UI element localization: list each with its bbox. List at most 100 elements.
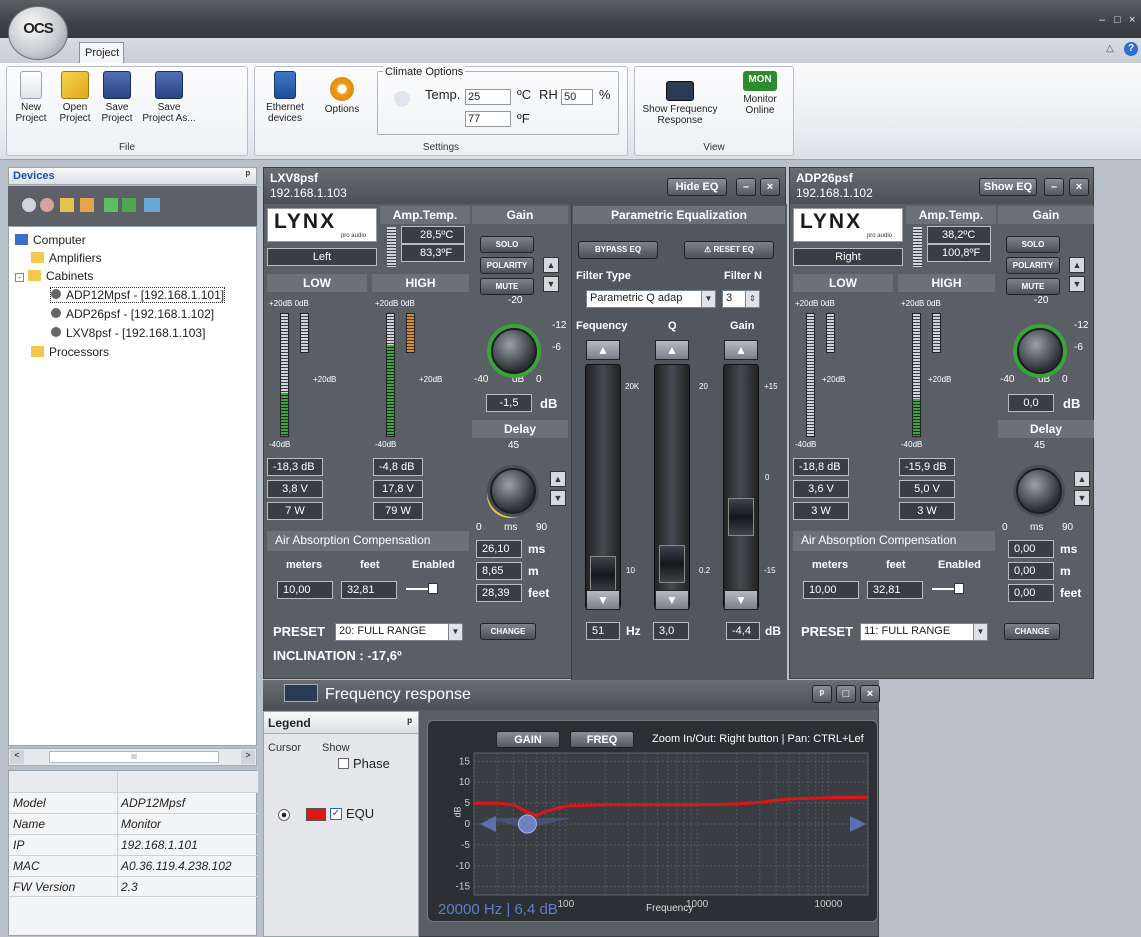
tree-cabinet-adp26psf[interactable]: ADP26psf - [192.168.1.102] [51, 307, 214, 321]
tree-cabinets[interactable]: - Cabinets [15, 269, 93, 283]
help-icon[interactable]: ? [1124, 42, 1138, 56]
gain-value-display[interactable]: -1,5 [486, 394, 532, 412]
gain-down-icon[interactable]: ▼ [1069, 276, 1085, 292]
save-project-button[interactable]: Save Project [97, 71, 137, 124]
eq-gain-fader-thumb[interactable] [728, 498, 754, 537]
collapse-icon[interactable]: - [15, 273, 24, 282]
property-row[interactable]: FW Version 2.3 [9, 876, 258, 897]
gain-up-icon[interactable]: ▲ [543, 257, 559, 273]
q-up-icon[interactable]: ▲ [655, 340, 689, 360]
preset-change-button[interactable]: CHANGE [480, 623, 536, 640]
tree-cabinet-adp12mpsf[interactable]: ADP12Mpsf - [192.168.1.101] [49, 287, 226, 303]
freq-fader-thumb[interactable] [590, 555, 616, 594]
equ-color-swatch[interactable] [306, 808, 326, 821]
search-remove-icon[interactable] [40, 198, 54, 212]
freq-up-icon[interactable]: ▲ [586, 340, 620, 360]
monitor-online-button[interactable]: MON Monitor Online [731, 71, 789, 116]
show-frequency-response-button[interactable]: Show Frequency Response [637, 81, 723, 126]
scroll-thumb[interactable]: III [49, 751, 219, 763]
pin-window-icon[interactable]: ᵖ [812, 685, 832, 703]
aac-enabled-toggle[interactable] [954, 583, 964, 594]
close-panel-icon[interactable]: × [1069, 178, 1089, 196]
eq-gain-down-icon[interactable]: ▼ [724, 590, 758, 610]
spinner-arrows-icon[interactable]: ⇕ [745, 291, 759, 307]
q-fader[interactable] [654, 364, 690, 609]
delay-down-icon[interactable]: ▼ [550, 490, 566, 506]
minimize-panel-icon[interactable]: – [736, 178, 756, 196]
gain-knob[interactable] [491, 328, 537, 374]
maximize-window-icon[interactable]: □ [836, 685, 856, 703]
delay-up-icon[interactable]: ▲ [1074, 471, 1090, 487]
gain-value-display[interactable]: 0,0 [1008, 394, 1054, 412]
frequency-response-chart[interactable]: 151050-5-10-15100 1000 10000 [428, 721, 879, 923]
solo-button[interactable]: SOLO [480, 236, 534, 253]
delay-ft-display[interactable]: 0,00 [1008, 584, 1054, 602]
humidity-input[interactable]: 50 [561, 89, 593, 105]
search-icon[interactable] [22, 198, 36, 212]
remove-cabinet-icon[interactable] [80, 198, 94, 212]
new-project-button[interactable]: New Project [11, 71, 51, 124]
scroll-right-icon[interactable]: > [241, 750, 255, 764]
delay-down-icon[interactable]: ▼ [1074, 490, 1090, 506]
property-row[interactable]: MAC A0.36.119.4.238.102 [9, 855, 258, 876]
filter-type-select[interactable]: Parametric Q adap ▼ [586, 290, 716, 308]
tree-cabinet-lxv8psf[interactable]: LXV8psf - [192.168.1.103] [51, 326, 205, 340]
polarity-button[interactable]: POLARITY [480, 257, 534, 274]
close-panel-icon[interactable]: × [760, 178, 780, 196]
polarity-button[interactable]: POLARITY [1006, 257, 1060, 274]
delay-knob[interactable] [1016, 468, 1062, 514]
tree-computer[interactable]: Computer [15, 233, 86, 247]
bypass-eq-button[interactable]: BYPASS EQ [578, 241, 658, 259]
mute-button[interactable]: MUTE [480, 278, 534, 295]
delay-ms-display[interactable]: 26,10 [476, 540, 522, 558]
collapse-ribbon-icon[interactable]: △ [1106, 43, 1114, 54]
property-row[interactable]: Name Monitor [9, 813, 258, 834]
aac-feet-input[interactable]: 32,81 [867, 581, 923, 599]
open-project-button[interactable]: Open Project [55, 71, 95, 124]
preset-change-button[interactable]: CHANGE [1004, 623, 1060, 640]
tab-project[interactable]: Project [79, 42, 124, 63]
aac-meters-input[interactable]: 10,00 [803, 581, 859, 599]
eq-gain-up-icon[interactable]: ▲ [724, 340, 758, 360]
reset-eq-button[interactable]: ⚠ RESET EQ [684, 241, 774, 259]
tree-processors[interactable]: Processors [31, 345, 109, 359]
app-logo[interactable]: OCS [8, 6, 68, 60]
tree-amplifiers[interactable]: Amplifiers [31, 251, 102, 265]
refresh-icon[interactable] [144, 198, 160, 212]
tree-horizontal-scrollbar[interactable]: < III > [8, 748, 257, 766]
q-fader-thumb[interactable] [659, 545, 685, 584]
phase-checkbox[interactable] [338, 758, 349, 769]
collapse-tree-icon[interactable] [122, 198, 136, 212]
close-button[interactable]: × [1129, 14, 1135, 26]
gain-knob[interactable] [1017, 328, 1063, 374]
close-window-icon[interactable]: × [860, 685, 880, 703]
mute-button[interactable]: MUTE [1006, 278, 1060, 295]
aac-feet-input[interactable]: 32,81 [341, 581, 397, 599]
add-cabinet-icon[interactable] [60, 198, 74, 212]
freq-value-input[interactable]: 51 [586, 622, 620, 640]
aac-meters-input[interactable]: 10,00 [277, 581, 333, 599]
freq-fader[interactable] [585, 364, 621, 609]
delay-ft-display[interactable]: 28,39 [476, 584, 522, 602]
property-row[interactable]: IP 192.168.1.101 [9, 834, 258, 855]
gain-up-icon[interactable]: ▲ [1069, 257, 1085, 273]
temp-celsius-input[interactable]: 25 [465, 89, 511, 105]
gain-down-icon[interactable]: ▼ [543, 276, 559, 292]
preset-select[interactable]: 20: FULL RANGE ▼ [335, 623, 463, 641]
scroll-left-icon[interactable]: < [10, 750, 24, 764]
show-eq-button[interactable]: Show EQ [979, 178, 1037, 196]
filter-n-spinner[interactable]: 3 ⇕ [722, 290, 760, 308]
property-row[interactable]: Model ADP12Mpsf [9, 792, 258, 813]
minimize-panel-icon[interactable]: – [1044, 178, 1064, 196]
eq-gain-value-input[interactable]: -4,4 [726, 622, 760, 640]
options-button[interactable]: Options [315, 71, 369, 115]
eq-gain-fader[interactable] [723, 364, 759, 609]
delay-up-icon[interactable]: ▲ [550, 471, 566, 487]
save-project-as-button[interactable]: Save Project As... [139, 71, 199, 124]
cursor-radio[interactable] [278, 809, 290, 821]
ethernet-devices-button[interactable]: Ethernet devices [259, 71, 311, 124]
delay-m-display[interactable]: 0,00 [1008, 562, 1054, 580]
delay-m-display[interactable]: 8,65 [476, 562, 522, 580]
solo-button[interactable]: SOLO [1006, 236, 1060, 253]
expand-tree-icon[interactable] [104, 198, 118, 212]
